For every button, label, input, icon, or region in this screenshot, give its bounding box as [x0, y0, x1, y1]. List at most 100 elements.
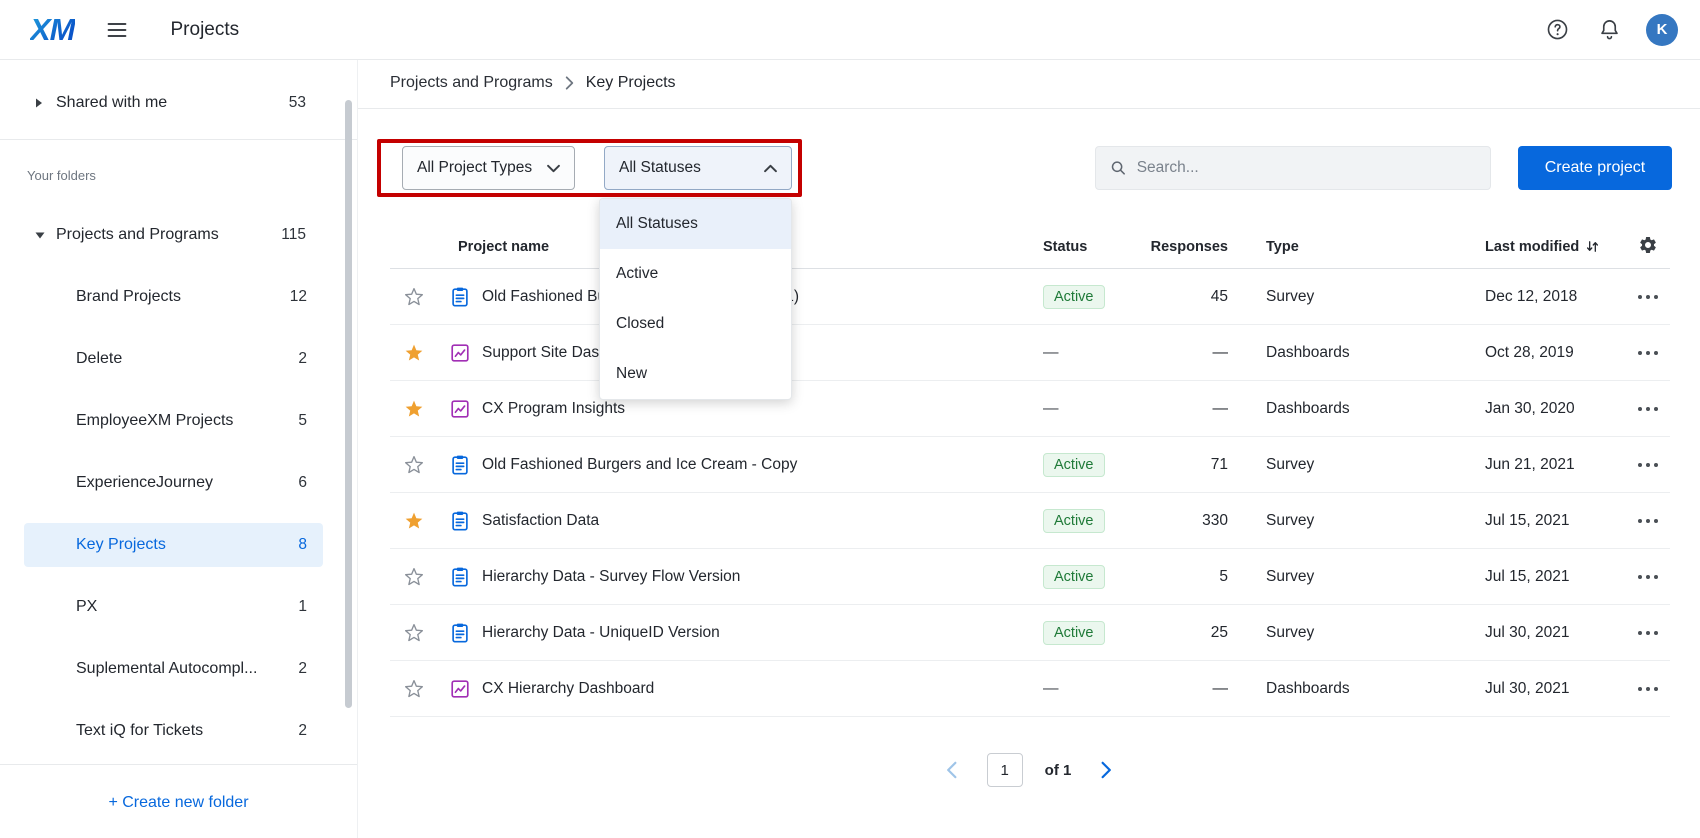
table-row[interactable]: Old Fashioned Burgers and Ice Cream (Qus…	[390, 269, 1670, 325]
project-name[interactable]: Old Fashioned Burgers and Ice Cream - Co…	[482, 456, 1043, 474]
dashboard-icon	[449, 342, 471, 364]
next-page-button[interactable]	[1093, 757, 1119, 783]
notifications-button[interactable]	[1594, 15, 1624, 45]
project-types-dropdown[interactable]: All Project Types	[402, 146, 575, 190]
last-modified: Jul 15, 2021	[1485, 568, 1625, 586]
project-name[interactable]: Satisfaction Data	[482, 512, 1043, 530]
responses-count: 330	[1133, 512, 1228, 530]
sidebar-folder-employeexm-projects[interactable]: EmployeeXM Projects 5	[24, 399, 323, 443]
sidebar-folder-suplemental-autocomplete[interactable]: Suplemental Autocompl... 2	[24, 647, 323, 691]
row-actions-button[interactable]	[1637, 574, 1659, 580]
sidebar-item-shared-with-me[interactable]: Shared with me 53	[0, 82, 357, 124]
responses-count: 45	[1133, 288, 1228, 306]
star-outline-icon[interactable]	[404, 567, 424, 587]
create-new-folder-button[interactable]: + Create new folder	[0, 782, 357, 824]
chevron-right-icon[interactable]	[34, 97, 56, 109]
table-row[interactable]: Hierarchy Data - Survey Flow Version Act…	[390, 549, 1670, 605]
row-actions-button[interactable]	[1637, 518, 1659, 524]
user-avatar[interactable]: K	[1646, 14, 1678, 46]
survey-icon	[449, 454, 471, 476]
star-outline-icon[interactable]	[404, 287, 424, 307]
breadcrumb-parent[interactable]: Projects and Programs	[390, 74, 553, 92]
status-badge: Active	[1043, 453, 1105, 477]
sidebar-folder-brand-projects[interactable]: Brand Projects 12	[24, 275, 323, 319]
project-name[interactable]: CX Program Insights	[482, 400, 1043, 418]
table-row[interactable]: CX Hierarchy Dashboard — — Dashboards Ju…	[390, 661, 1670, 717]
table-row[interactable]: Satisfaction Data Active 330 Survey Jul …	[390, 493, 1670, 549]
breadcrumb: Projects and Programs Key Projects	[390, 74, 676, 92]
project-type: Survey	[1266, 512, 1485, 530]
sidebar-folder-key-projects[interactable]: Key Projects 8	[24, 523, 323, 567]
app-window: XM Projects K Shared with me 53 Your fol…	[0, 0, 1700, 838]
column-header-responses[interactable]: Responses	[1133, 239, 1228, 255]
item-count: 1	[298, 598, 307, 616]
dropdown-value: All Statuses	[619, 159, 701, 177]
create-project-button[interactable]: Create project	[1518, 146, 1672, 190]
row-actions-button[interactable]	[1637, 294, 1659, 300]
bell-icon	[1598, 18, 1621, 41]
sidebar-scrollbar[interactable]	[345, 100, 352, 708]
statuses-dropdown[interactable]: All Statuses	[604, 146, 792, 190]
row-actions-button[interactable]	[1637, 406, 1659, 412]
row-actions-button[interactable]	[1637, 630, 1659, 636]
star-outline-icon[interactable]	[404, 679, 424, 699]
project-name[interactable]: CX Hierarchy Dashboard	[482, 680, 1043, 698]
table-row[interactable]: Hierarchy Data - UniqueID Version Active…	[390, 605, 1670, 661]
help-button[interactable]	[1542, 15, 1572, 45]
search-input[interactable]	[1137, 159, 1476, 177]
table-settings-button[interactable]	[1638, 235, 1658, 259]
star-filled-icon[interactable]	[404, 343, 424, 363]
item-count: 2	[298, 350, 307, 368]
search-icon	[1110, 159, 1127, 177]
last-modified: Jul 30, 2021	[1485, 680, 1625, 698]
star-outline-icon[interactable]	[404, 623, 424, 643]
sidebar: Shared with me 53 Your folders Projects …	[0, 60, 358, 838]
sidebar-folder-experiencejourney[interactable]: ExperienceJourney 6	[24, 461, 323, 505]
sidebar-folder-delete[interactable]: Delete 2	[24, 337, 323, 381]
search-box	[1095, 146, 1491, 190]
last-modified: Jan 30, 2020	[1485, 400, 1625, 418]
project-name[interactable]: Hierarchy Data - UniqueID Version	[482, 624, 1043, 642]
page-title: Projects	[171, 19, 240, 41]
table-row[interactable]: Support Site Dashboard — — Dashboards Oc…	[390, 325, 1670, 381]
chevron-right-icon	[1101, 761, 1112, 779]
sidebar-item-projects-and-programs[interactable]: Projects and Programs 115	[0, 214, 357, 256]
project-type: Survey	[1266, 624, 1485, 642]
previous-page-button[interactable]	[939, 757, 965, 783]
folder-label: PX	[76, 598, 97, 616]
divider	[0, 139, 357, 140]
project-name[interactable]: Hierarchy Data - Survey Flow Version	[482, 568, 1043, 586]
item-count: 115	[281, 226, 306, 244]
chevron-down-icon[interactable]	[34, 230, 56, 240]
status-badge: Active	[1043, 621, 1105, 645]
folder-label: Text iQ for Tickets	[76, 722, 203, 740]
row-actions-button[interactable]	[1637, 462, 1659, 468]
status-badge: —	[1043, 344, 1059, 361]
status-badge: —	[1043, 400, 1059, 417]
table-row[interactable]: Old Fashioned Burgers and Ice Cream - Co…	[390, 437, 1670, 493]
column-header-status[interactable]: Status	[1043, 239, 1133, 255]
menu-item-all-statuses[interactable]: All Statuses	[600, 199, 791, 249]
row-actions-button[interactable]	[1637, 350, 1659, 356]
hamburger-menu-button[interactable]	[101, 14, 133, 46]
star-filled-icon[interactable]	[404, 399, 424, 419]
table-row[interactable]: CX Program Insights — — Dashboards Jan 3…	[390, 381, 1670, 437]
xm-logo[interactable]: XM	[30, 12, 75, 48]
sidebar-folder-px[interactable]: PX 1	[24, 585, 323, 629]
status-badge: —	[1043, 680, 1059, 697]
menu-item-closed[interactable]: Closed	[600, 299, 791, 349]
folder-label: Key Projects	[76, 536, 166, 554]
menu-item-active[interactable]: Active	[600, 249, 791, 299]
sidebar-folder-text-iq-for-tickets[interactable]: Text iQ for Tickets 2	[24, 709, 323, 753]
star-outline-icon[interactable]	[404, 455, 424, 475]
column-header-type[interactable]: Type	[1266, 239, 1485, 255]
status-dropdown-menu: All Statuses Active Closed New	[599, 198, 792, 400]
page-number-input[interactable]: 1	[987, 753, 1023, 787]
status-badge: Active	[1043, 285, 1105, 309]
responses-count: —	[1133, 400, 1228, 418]
status-badge: Active	[1043, 565, 1105, 589]
star-filled-icon[interactable]	[404, 511, 424, 531]
row-actions-button[interactable]	[1637, 686, 1659, 692]
column-header-last-modified[interactable]: Last modified	[1485, 239, 1625, 255]
menu-item-new[interactable]: New	[600, 349, 791, 399]
